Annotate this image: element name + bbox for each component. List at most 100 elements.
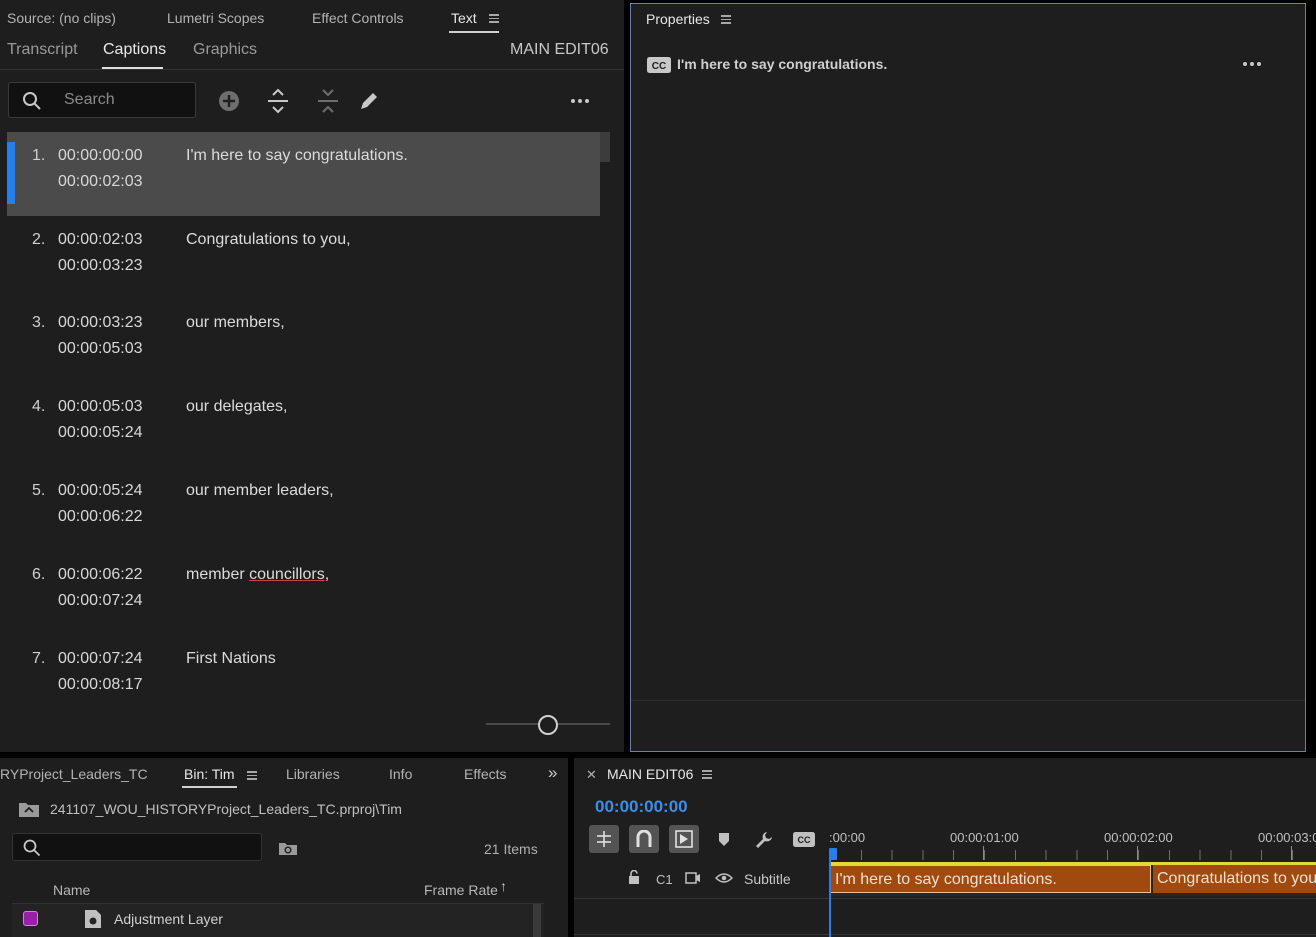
caption-number: 1. [32,147,46,164]
caption-row[interactable]: 2. 00:00:02:03 00:00:03:23 Congratulatio… [7,216,600,300]
panel-menu-icon[interactable] [489,14,499,23]
caption-row[interactable]: 4. 00:00:05:03 00:00:05:24 our delegates… [7,383,600,467]
lock-track-icon[interactable] [628,870,640,885]
add-marker-icon[interactable] [718,832,730,848]
caption-text-suffix: , [324,566,330,583]
caption-row[interactable]: 6. 00:00:06:22 00:00:07:24 member counci… [7,551,600,635]
track-name[interactable]: Subtitle [744,871,791,887]
caption-text[interactable]: First Nations [186,650,276,668]
caption-start-time[interactable]: 00:00:07:24 [58,650,143,668]
caption-text[interactable]: our delegates, [186,398,287,416]
track-id[interactable]: C1 [656,872,673,887]
tab-source[interactable]: Source: (no clips) [7,10,116,26]
project-list-scrollbar[interactable] [533,904,541,937]
edit-pencil-icon[interactable] [358,90,380,112]
caption-end-time[interactable]: 00:00:07:24 [58,592,143,610]
caption-end-time[interactable]: 00:00:03:23 [58,257,143,275]
folder-up-icon[interactable] [18,800,40,818]
timeline-menu-icon[interactable] [702,770,712,779]
playhead-line[interactable] [829,858,831,937]
caption-end-time[interactable]: 00:00:08:17 [58,676,143,694]
sort-arrow-icon[interactable]: ↑ [500,878,507,894]
subtab-transcript[interactable]: Transcript [7,41,78,59]
zoom-slider-handle[interactable] [538,715,558,735]
ruler-major-tick [983,846,984,860]
bin-search-box[interactable] [12,833,262,861]
add-caption-icon[interactable] [218,90,240,112]
caption-text[interactable]: member councillors, [186,566,329,584]
caption-start-time[interactable]: 00:00:03:23 [58,314,143,332]
tab-info[interactable]: Info [389,766,412,782]
column-name[interactable]: Name [53,882,90,898]
caption-start-time[interactable]: 00:00:02:03 [58,231,143,249]
caption-clip[interactable]: Congratulations to you [1153,865,1316,893]
overflow-chevron-icon[interactable]: » [548,763,557,783]
caption-end-time[interactable]: 00:00:05:03 [58,340,143,358]
caption-row[interactable]: 1. 00:00:00:00 00:00:02:03 I'm here to s… [7,132,600,216]
label-color-swatch[interactable] [23,911,38,926]
ruler-ticks[interactable] [830,850,1316,860]
caption-number: 6. [32,566,46,583]
subtab-graphics[interactable]: Graphics [193,41,257,59]
tab-effect-controls[interactable]: Effect Controls [312,10,404,26]
properties-more-icon[interactable] [1243,62,1261,66]
snap-button[interactable] [629,825,659,853]
selection-marker [7,142,15,204]
caption-number: 7. [32,650,46,667]
playhead-timecode[interactable]: 00:00:00:00 [595,797,688,817]
caption-number: 3. [32,314,46,331]
more-options-icon[interactable] [571,99,589,103]
eye-icon[interactable] [715,872,733,884]
search-box[interactable]: Search [8,82,196,118]
caption-text[interactable]: Congratulations to you, [186,231,351,249]
ruler-label: 00:00:03:0 [1258,830,1316,845]
caption-end-time[interactable]: 00:00:05:24 [58,424,143,442]
column-frame-rate[interactable]: Frame Rate [424,882,498,898]
project-item-name[interactable]: Adjustment Layer [114,911,223,927]
find-icon[interactable] [278,840,298,856]
caption-number: 4. [32,398,46,415]
caption-end-time[interactable]: 00:00:06:22 [58,508,143,526]
split-caption-icon[interactable] [266,88,290,114]
caption-start-time[interactable]: 00:00:06:22 [58,566,143,584]
properties-menu-icon[interactable] [721,15,731,24]
bin-menu-icon[interactable] [247,771,257,780]
merge-captions-icon[interactable] [316,88,340,114]
caption-text[interactable]: our member leaders, [186,482,334,500]
wrench-icon[interactable] [754,830,774,850]
magnet-icon [636,830,652,847]
track-output-icon[interactable] [685,872,701,884]
insert-overwrite-button[interactable] [589,825,619,853]
tab-project[interactable]: RYProject_Leaders_TC [0,766,148,782]
timeline-sequence-tab[interactable]: MAIN EDIT06 [607,766,693,782]
close-icon[interactable]: ✕ [586,767,597,783]
caption-row[interactable]: 7. 00:00:07:24 00:00:08:17 First Nations [7,635,600,719]
tab-text[interactable]: Text [451,10,477,26]
tab-libraries[interactable]: Libraries [286,766,340,782]
subtab-captions[interactable]: Captions [103,41,166,59]
caption-start-time[interactable]: 00:00:05:03 [58,398,143,416]
caption-row[interactable]: 3. 00:00:03:23 00:00:05:03 our members, [7,299,600,383]
tab-lumetri-scopes[interactable]: Lumetri Scopes [167,10,264,26]
caption-row[interactable]: 5. 00:00:05:24 00:00:06:22 our member le… [7,467,600,551]
ruler-major-tick [1291,846,1292,860]
search-input[interactable]: Search [64,91,115,109]
tab-bin[interactable]: Bin: Tim [184,766,235,782]
caption-start-time[interactable]: 00:00:05:24 [58,482,143,500]
properties-title[interactable]: Properties [646,11,710,27]
project-item-row[interactable]: Adjustment Layer [12,903,544,937]
caption-start-time[interactable]: 00:00:00:00 [58,147,143,165]
caption-text[interactable]: I'm here to say congratulations. [186,147,408,165]
caption-end-time[interactable]: 00:00:02:03 [58,173,143,191]
caption-text[interactable]: our members, [186,314,285,332]
captions-cc-icon[interactable]: CC [793,832,815,847]
scrollbar-thumb[interactable] [600,132,610,162]
spellcheck-word[interactable]: councillors [249,566,325,583]
tab-effects[interactable]: Effects [464,766,507,782]
linked-selection-button[interactable] [669,825,699,853]
caption-clip[interactable]: I'm here to say congratulations. [830,865,1151,893]
ruler-label: 00:00:01:00 [950,830,1019,845]
svg-text:CC: CC [652,61,666,72]
ruler-major-tick [1137,846,1138,860]
tab-bin-underline [182,786,237,788]
